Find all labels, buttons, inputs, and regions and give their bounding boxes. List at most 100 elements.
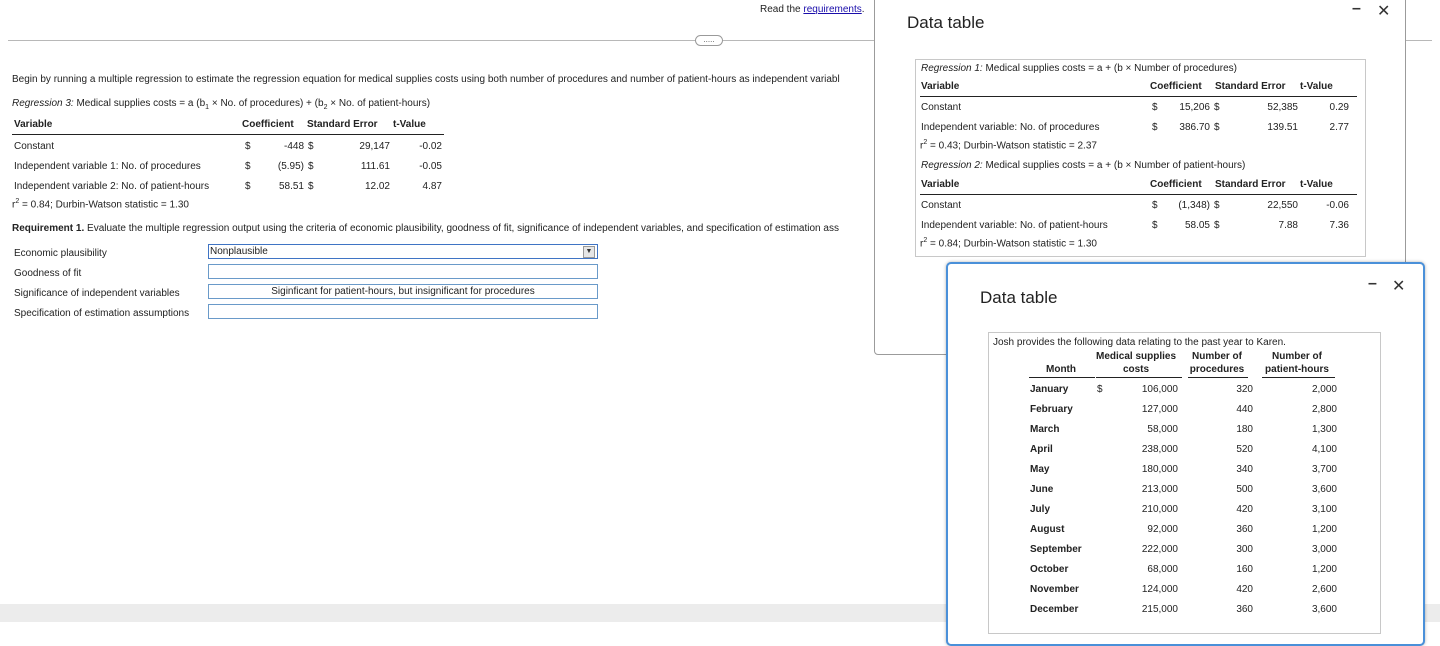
col-tvalue: t-Value — [1300, 179, 1333, 190]
significance-field[interactable]: Siginficant for patient-hours, but insig… — [208, 284, 598, 299]
row-currency2: $ — [308, 161, 314, 172]
procedures-cell: 160 — [1236, 564, 1253, 575]
expand-button[interactable]: ..... — [695, 35, 723, 46]
month-cell: October — [1030, 564, 1069, 575]
regression2-stats: r2 = 0.84; Durbin-Watson statistic = 1.3… — [920, 237, 1097, 249]
read-prefix: Read the — [760, 4, 804, 15]
hours-cell: 2,600 — [1311, 584, 1337, 595]
col-stderr: Standard Error — [1215, 179, 1286, 190]
col-month: Month — [1046, 364, 1076, 375]
row-t: -0.02 — [419, 141, 442, 152]
monthly-intro: Josh provides the following data relatin… — [993, 337, 1286, 348]
row-currency: $ — [245, 161, 251, 172]
read-requirements: Read the requirements. — [760, 4, 865, 15]
costs-cell: 210,000 — [1141, 504, 1178, 515]
costs-cell: 68,000 — [1147, 564, 1178, 575]
criterion-label: Significance of independent variables — [14, 288, 180, 299]
reg1-label: Regression 1: — [921, 63, 983, 74]
regression3-title: Regression 3: Medical supplies costs = a… — [12, 98, 430, 111]
header-rule — [12, 134, 444, 135]
header-rule — [1188, 377, 1248, 378]
row-variable: Independent variable: No. of procedures — [921, 122, 1100, 133]
row-coef: 386.70 — [1179, 122, 1210, 133]
row-t: 7.36 — [1329, 220, 1349, 231]
month-cell: November — [1030, 584, 1079, 595]
col-costs-line1: Medical supplies — [1095, 351, 1177, 362]
regression3-eq-a: Medical supplies costs = a (b — [73, 98, 206, 109]
dropdown-arrow-icon[interactable]: ▼ — [583, 246, 595, 258]
hours-cell: 3,600 — [1311, 484, 1337, 495]
regression3-eq-c: × No. of patient-hours) — [327, 98, 431, 109]
criterion-label: Economic plausibility — [14, 248, 107, 259]
requirement-text: Requirement 1. Evaluate the multiple reg… — [12, 223, 874, 234]
procedures-cell: 440 — [1236, 404, 1253, 415]
row-t: 0.29 — [1329, 102, 1349, 113]
minimize-icon[interactable]: – — [1352, 0, 1361, 18]
month-cell: July — [1030, 504, 1051, 515]
row-se: 7.88 — [1278, 220, 1298, 231]
procedures-cell: 320 — [1236, 384, 1253, 395]
col-coefficient: Coefficient — [242, 119, 294, 130]
col-coefficient: Coefficient — [1150, 81, 1202, 92]
header-rule — [1096, 377, 1182, 378]
close-icon[interactable]: ✕ — [1377, 1, 1390, 21]
col-tvalue: t-Value — [393, 119, 426, 130]
row-se: 22,550 — [1267, 200, 1298, 211]
r2-text: = 0.84; Durbin-Watson statistic = 1.30 — [927, 238, 1097, 250]
header-rule — [1262, 377, 1335, 378]
regression3-stats: r2 = 0.84; Durbin-Watson statistic = 1.3… — [12, 198, 189, 210]
regression1-stats: r2 = 0.43; Durbin-Watson statistic = 2.3… — [920, 139, 1097, 151]
col-hours-line2: patient-hours — [1265, 364, 1329, 375]
col-variable: Variable — [921, 179, 960, 190]
hours-cell: 3,100 — [1311, 504, 1337, 515]
regression1-title: Regression 1: Medical supplies costs = a… — [921, 63, 1237, 74]
header-rule — [1029, 377, 1095, 378]
row-coef: -448 — [283, 141, 304, 152]
header-rule — [920, 96, 1357, 97]
procedures-cell: 420 — [1236, 584, 1253, 595]
hours-cell: 3,000 — [1311, 544, 1337, 555]
col-stderr: Standard Error — [1215, 81, 1286, 92]
row-t: -0.05 — [419, 161, 442, 172]
hours-cell: 2,000 — [1311, 384, 1337, 395]
procedures-cell: 500 — [1236, 484, 1253, 495]
procedures-cell: 340 — [1236, 464, 1253, 475]
row-currency: $ — [1152, 200, 1158, 211]
col-variable: Variable — [14, 119, 53, 130]
row-variable: Independent variable 1: No. of procedure… — [14, 161, 201, 172]
month-cell: June — [1030, 484, 1054, 495]
window-title: Data table — [907, 13, 985, 32]
economic-plausibility-select[interactable]: Nonplausible ▼ — [208, 244, 598, 259]
procedures-cell: 420 — [1236, 504, 1253, 515]
procedures-cell: 360 — [1236, 524, 1253, 535]
row-currency: $ — [245, 141, 251, 152]
close-icon[interactable]: ✕ — [1392, 276, 1405, 296]
col-stderr: Standard Error — [307, 119, 378, 130]
row-t: 4.87 — [422, 181, 442, 192]
row-currency: $ — [1152, 122, 1158, 133]
row-currency2: $ — [1214, 102, 1220, 113]
procedures-cell: 360 — [1236, 604, 1253, 615]
specification-field[interactable] — [208, 304, 598, 319]
col-coefficient: Coefficient — [1150, 179, 1202, 190]
reg1-eq: Medical supplies costs = a + (b × Number… — [982, 63, 1237, 74]
col-costs-line2: costs — [1122, 364, 1150, 375]
row-variable: Independent variable 2: No. of patient-h… — [14, 181, 210, 192]
select-value: Nonplausible — [210, 246, 268, 257]
row-variable: Independent variable: No. of patient-hou… — [921, 220, 1108, 231]
minimize-icon[interactable]: – — [1368, 275, 1377, 293]
row-se: 52,385 — [1267, 102, 1298, 113]
hours-cell: 1,200 — [1311, 564, 1337, 575]
row-coef: 58.05 — [1184, 220, 1210, 231]
costs-cell: 127,000 — [1141, 404, 1178, 415]
reg2-label: Regression 2: — [921, 160, 983, 171]
hours-cell: 3,700 — [1311, 464, 1337, 475]
goodness-of-fit-field[interactable] — [208, 264, 598, 279]
col-procedures-line2: procedures — [1189, 364, 1245, 375]
r2-text: = 0.43; Durbin-Watson statistic = 2.37 — [927, 140, 1097, 152]
row-currency: $ — [245, 181, 251, 192]
criterion-label: Specification of estimation assumptions — [14, 308, 190, 319]
procedures-cell: 180 — [1236, 424, 1253, 435]
requirements-link[interactable]: requirements — [803, 4, 861, 15]
row-variable: Constant — [921, 200, 962, 211]
